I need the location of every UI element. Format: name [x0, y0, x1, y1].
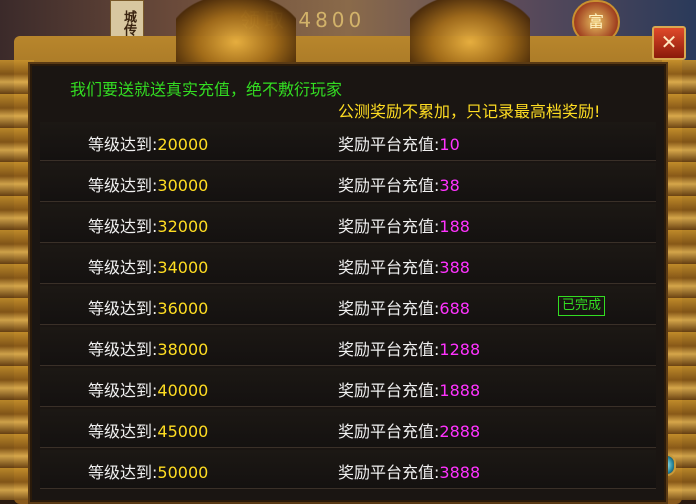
level-value: 38000: [157, 340, 209, 359]
level-label: 等级达到:: [88, 176, 158, 195]
level-value: 45000: [157, 422, 209, 441]
reward-value: 1888: [439, 381, 481, 400]
reward-label: 奖励平台充值:: [338, 176, 440, 195]
reward-amount: 奖励平台充值:2888: [338, 418, 480, 442]
level-requirement: 等级达到:30000: [88, 172, 208, 196]
dialog-headline: 我们要送就送真实充值，绝不敷衍玩家: [70, 80, 343, 99]
reward-row: 等级达到:38000 奖励平台充值:1288: [40, 327, 656, 366]
level-requirement: 等级达到:32000: [88, 213, 208, 237]
level-label: 等级达到:: [88, 340, 158, 359]
reward-label: 奖励平台充值:: [338, 217, 440, 236]
reward-amount: 奖励平台充值:10: [338, 131, 460, 155]
dialog-note: 公测奖励不累加，只记录最高档奖励!: [338, 102, 601, 121]
reward-label: 奖励平台充值:: [338, 381, 440, 400]
level-value: 32000: [157, 217, 209, 236]
reward-value: 10: [439, 135, 460, 154]
reward-value: 38: [439, 176, 460, 195]
reward-label: 奖励平台充值:: [338, 299, 440, 318]
level-value: 40000: [157, 381, 209, 400]
level-label: 等级达到:: [88, 135, 158, 154]
level-label: 等级达到:: [88, 381, 158, 400]
level-value: 30000: [157, 176, 209, 195]
level-value: 36000: [157, 299, 209, 318]
reward-label: 奖励平台充值:: [338, 340, 440, 359]
reward-row: 等级达到:32000 奖励平台充值:188: [40, 204, 656, 243]
level-value: 20000: [157, 135, 209, 154]
reward-amount: 奖励平台充值:188: [338, 213, 470, 237]
reward-value: 388: [439, 258, 470, 277]
reward-amount: 奖励平台充值:38: [338, 172, 460, 196]
reward-label: 奖励平台充值:: [338, 258, 440, 277]
level-requirement: 等级达到:20000: [88, 131, 208, 155]
reward-row: 等级达到:36000 奖励平台充值:688 已完成: [40, 286, 656, 325]
level-requirement: 等级达到:38000: [88, 336, 208, 360]
level-value: 34000: [157, 258, 209, 277]
level-requirement: 等级达到:40000: [88, 377, 208, 401]
level-value: 50000: [157, 463, 209, 482]
reward-value: 1288: [439, 340, 481, 359]
reward-label: 奖励平台充值:: [338, 463, 440, 482]
level-requirement: 等级达到:34000: [88, 254, 208, 278]
top-right-dragon-ornament: [410, 0, 530, 70]
level-requirement: 等级达到:36000: [88, 295, 208, 319]
reward-amount: 奖励平台充值:3888: [338, 459, 480, 483]
reward-value: 188: [439, 217, 470, 236]
reward-amount: 奖励平台充值:1888: [338, 377, 480, 401]
reward-amount: 奖励平台充值:688: [338, 295, 470, 319]
level-label: 等级达到:: [88, 258, 158, 277]
level-label: 等级达到:: [88, 463, 158, 482]
reward-value: 3888: [439, 463, 481, 482]
top-left-dragon-ornament: [176, 0, 296, 70]
reward-row: 等级达到:30000 奖励平台充值:38: [40, 163, 656, 202]
reward-amount: 奖励平台充值:388: [338, 254, 470, 278]
level-label: 等级达到:: [88, 299, 158, 318]
reward-list: 等级达到:20000 奖励平台充值:10 等级达到:30000 奖励平台充值:38 等级…: [40, 122, 656, 491]
reward-row: 等级达到:40000 奖励平台充值:1888: [40, 368, 656, 407]
close-button[interactable]: ✕: [652, 26, 686, 60]
reward-row: 等级达到:20000 奖励平台充值:10: [40, 122, 656, 161]
completed-badge: 已完成: [558, 296, 606, 316]
level-requirement: 等级达到:45000: [88, 418, 208, 442]
reward-value: 688: [439, 299, 470, 318]
reward-value: 2888: [439, 422, 481, 441]
level-label: 等级达到:: [88, 422, 158, 441]
reward-row: 等级达到:45000 奖励平台充值:2888: [40, 409, 656, 448]
reward-row: 等级达到:34000 奖励平台充值:388: [40, 245, 656, 284]
reward-amount: 奖励平台充值:1288: [338, 336, 480, 360]
reward-label: 奖励平台充值:: [338, 135, 440, 154]
reward-row: 等级达到:50000 奖励平台充值:3888: [40, 450, 656, 489]
reward-label: 奖励平台充值:: [338, 422, 440, 441]
level-requirement: 等级达到:50000: [88, 459, 208, 483]
level-label: 等级达到:: [88, 217, 158, 236]
